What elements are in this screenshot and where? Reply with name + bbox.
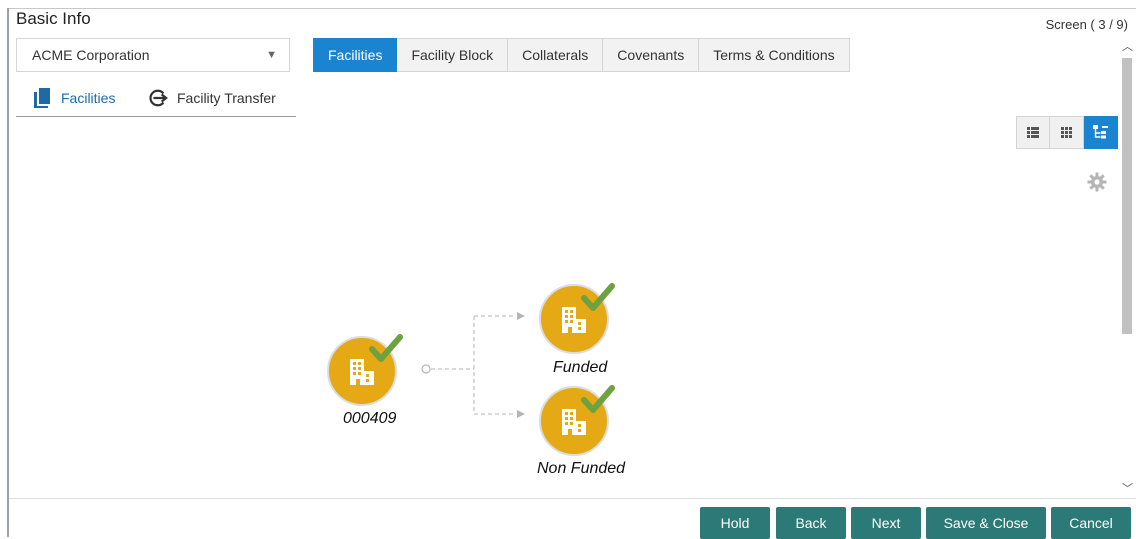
save-close-button[interactable]: Save & Close: [926, 507, 1046, 539]
facility-subtabs: Facilities Facility Transfer: [16, 82, 296, 117]
tree-node-non-funded[interactable]: [539, 387, 612, 456]
tree-view-icon: [1093, 125, 1108, 139]
view-toggle: [1016, 116, 1118, 149]
tab-terms-conditions[interactable]: Terms & Conditions: [699, 38, 850, 72]
subtab-facility-transfer[interactable]: Facility Transfer: [148, 87, 276, 109]
frame-left-border: [7, 8, 9, 537]
list-view-icon: [1027, 127, 1039, 138]
customer-select[interactable]: ACME Corporation ▼: [16, 38, 290, 72]
transfer-icon: [148, 87, 168, 109]
tab-facility-block[interactable]: Facility Block: [397, 38, 509, 72]
frame-top-border: [7, 8, 1136, 9]
arrow-icon: [517, 312, 525, 320]
grid-view-icon: [1061, 127, 1072, 138]
back-button[interactable]: Back: [776, 507, 846, 539]
hold-button[interactable]: Hold: [700, 507, 770, 539]
chevron-down-icon: ▼: [266, 49, 277, 61]
tab-covenants[interactable]: Covenants: [603, 38, 700, 72]
subtab-facility-transfer-label: Facility Transfer: [177, 90, 276, 106]
tree-connectors: [431, 315, 515, 415]
tree-node-non-funded-label: Non Funded: [537, 460, 626, 477]
vertical-scrollbar[interactable]: ︿ ﹀: [1120, 38, 1136, 498]
scroll-down-icon[interactable]: ﹀: [1122, 480, 1133, 496]
page-title: Basic Info: [16, 9, 91, 28]
tree-view-button[interactable]: [1084, 116, 1118, 149]
connector-dot: [421, 364, 431, 374]
tab-collaterals[interactable]: Collaterals: [508, 38, 604, 72]
screen-counter: Screen ( 3 / 9): [1045, 17, 1128, 32]
tree-node-root[interactable]: [327, 337, 400, 406]
next-button[interactable]: Next: [851, 507, 921, 539]
arrow-icon: [517, 410, 525, 418]
tree-node-funded[interactable]: [539, 285, 612, 354]
list-view-button[interactable]: [1016, 116, 1050, 149]
cancel-button[interactable]: Cancel: [1051, 507, 1131, 539]
customer-select-value: ACME Corporation: [32, 47, 150, 63]
section-tabs: Facilities Facility Block Collaterals Co…: [313, 38, 850, 72]
scroll-up-icon[interactable]: ︿: [1122, 38, 1133, 54]
tab-facilities[interactable]: Facilities: [313, 38, 398, 72]
tree-node-root-label: 000409: [343, 410, 397, 427]
grid-view-button[interactable]: [1050, 116, 1084, 149]
scroll-thumb[interactable]: [1122, 58, 1132, 334]
gear-icon[interactable]: [1087, 172, 1107, 192]
document-icon: [32, 87, 52, 109]
tree-node-funded-label: Funded: [553, 359, 608, 376]
subtab-facilities[interactable]: Facilities: [32, 87, 115, 109]
facility-tree: [327, 0, 1136, 456]
subtab-facilities-label: Facilities: [61, 90, 116, 106]
